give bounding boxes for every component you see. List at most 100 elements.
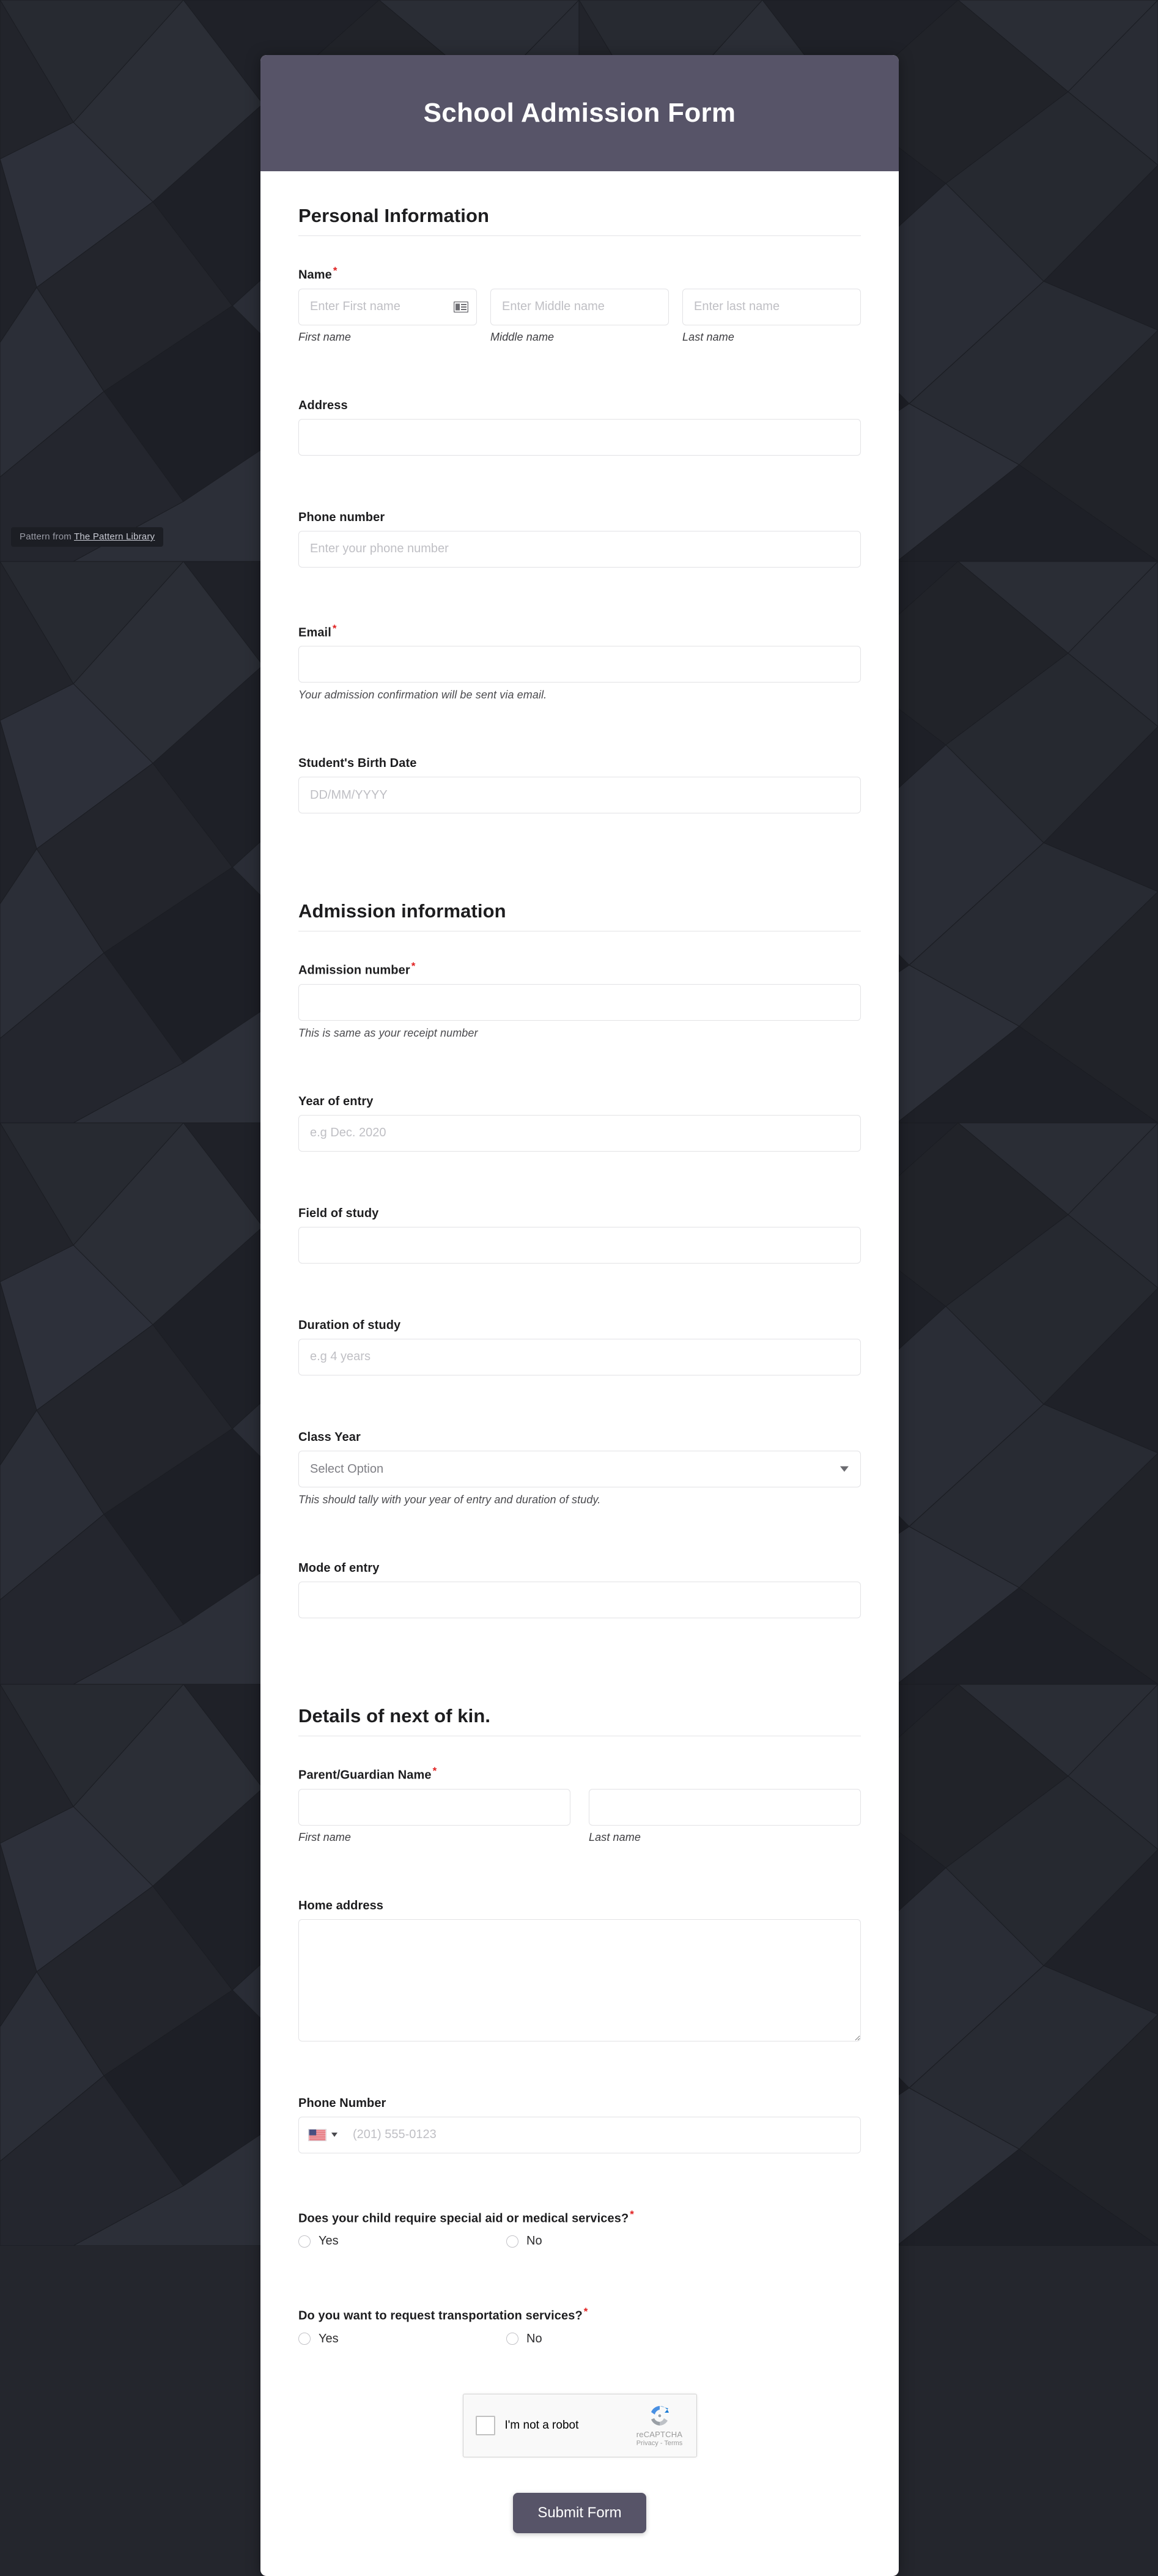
label-name-text: Name: [298, 268, 332, 282]
middle-name-input[interactable]: [490, 288, 669, 325]
label-special-aid: Does your child require special aid or m…: [298, 2208, 861, 2226]
submit-form-button[interactable]: Submit Form: [513, 2492, 646, 2533]
admission-number-input[interactable]: [298, 983, 861, 1021]
label-home-address: Home address: [298, 1898, 384, 1912]
class-year-select[interactable]: Select Option: [298, 1450, 861, 1487]
transportation-option-yes[interactable]: Yes: [298, 2332, 506, 2346]
required-marker: *: [332, 622, 337, 634]
special-aid-option-no[interactable]: No: [506, 2234, 714, 2248]
pattern-credit-badge: Pattern from The Pattern Library: [11, 527, 164, 547]
recaptcha-terms-link[interactable]: Terms: [664, 2440, 682, 2447]
last-name-group: Last name: [682, 288, 861, 344]
field-year-of-entry: Year of entry: [298, 1095, 861, 1152]
recaptcha-checkbox[interactable]: [475, 2415, 495, 2435]
guardian-last-name-input[interactable]: [589, 1788, 861, 1826]
field-duration-of-study: Duration of study: [298, 1319, 861, 1375]
first-name-input[interactable]: [298, 288, 477, 325]
field-of-study-input[interactable]: [298, 1226, 861, 1264]
recaptcha-brand: reCAPTCHA Privacy - Terms: [632, 2404, 688, 2447]
section-admission-information: Admission information Admission number * …: [298, 900, 861, 1618]
mode-of-entry-input[interactable]: [298, 1581, 861, 1618]
recaptcha-links: Privacy - Terms: [636, 2440, 683, 2447]
required-marker: *: [333, 265, 337, 276]
section-title-admission: Admission information: [298, 900, 506, 922]
form-header: School Admission Form: [260, 55, 899, 171]
special-aid-no-label: No: [526, 2234, 542, 2248]
guardian-first-group: First name: [298, 1788, 570, 1844]
recaptcha-widget[interactable]: I'm not a robot reCAPTCHA Privacy - Term…: [462, 2393, 697, 2457]
recaptcha-brand-name: reCAPTCHA: [636, 2430, 683, 2440]
home-address-textarea[interactable]: [298, 1919, 861, 2041]
email-input[interactable]: [298, 646, 861, 683]
label-year-of-entry: Year of entry: [298, 1094, 374, 1108]
transportation-no-label: No: [526, 2331, 542, 2345]
year-of-entry-input[interactable]: [298, 1114, 861, 1152]
special-aid-option-yes[interactable]: Yes: [298, 2234, 506, 2248]
first-name-group: First name: [298, 288, 477, 344]
label-transportation-text: Do you want to request transportation se…: [298, 2309, 583, 2323]
name-inputs-row: First name Middle name Last name: [298, 288, 861, 344]
label-admission-number-text: Admission number: [298, 963, 410, 977]
label-field-of-study: Field of study: [298, 1206, 379, 1220]
admission-form-card: School Admission Form Personal Informati…: [260, 55, 899, 2576]
section-title-personal: Personal Information: [298, 205, 490, 226]
required-marker: *: [411, 960, 416, 972]
recaptcha-link-separator: -: [660, 2440, 663, 2448]
address-input[interactable]: [298, 418, 861, 456]
question-transportation: Do you want to request transportation se…: [298, 2306, 861, 2346]
kin-phone-input[interactable]: [298, 2116, 861, 2153]
kin-phone-wrap: [298, 2116, 861, 2153]
label-transportation: Do you want to request transportation se…: [298, 2306, 861, 2323]
recaptcha-privacy-link[interactable]: Privacy: [636, 2440, 658, 2447]
radio-icon[interactable]: [506, 2333, 518, 2345]
required-marker: *: [583, 2306, 588, 2318]
guardian-first-name-input[interactable]: [298, 1788, 570, 1826]
section-next-of-kin: Details of next of kin. Parent/Guardian …: [298, 1705, 861, 2346]
label-email-text: Email: [298, 626, 331, 640]
first-name-wrap: [298, 288, 477, 325]
radio-icon[interactable]: [298, 2333, 311, 2345]
label-special-aid-text: Does your child require special aid or m…: [298, 2211, 629, 2226]
recaptcha-logo-icon: [651, 2406, 669, 2426]
guardian-last-sublabel: Last name: [589, 1830, 641, 1843]
class-year-select-wrap: Select Option: [298, 1450, 861, 1487]
label-kin-phone: Phone Number: [298, 2096, 386, 2110]
last-name-input[interactable]: [682, 288, 861, 325]
required-marker: *: [432, 1764, 437, 1777]
last-name-sublabel: Last name: [682, 330, 734, 343]
special-aid-options: Yes No: [298, 2234, 861, 2248]
email-hint: Your admission confirmation will be sent…: [298, 689, 547, 701]
middle-name-group: Middle name: [490, 288, 669, 344]
transportation-option-no[interactable]: No: [506, 2332, 714, 2346]
duration-of-study-input[interactable]: [298, 1338, 861, 1375]
field-email: Email * Your admission confirmation will …: [298, 623, 861, 702]
field-kin-phone: Phone Number: [298, 2097, 861, 2153]
question-special-aid: Does your child require special aid or m…: [298, 2208, 861, 2249]
recaptcha-label: I'm not a robot: [504, 2418, 579, 2432]
label-mode-of-entry: Mode of entry: [298, 1561, 380, 1575]
birth-date-input[interactable]: [298, 777, 861, 814]
label-email: Email *: [298, 623, 861, 640]
phone-number-input[interactable]: [298, 530, 861, 568]
middle-name-sublabel: Middle name: [490, 330, 555, 343]
transportation-yes-label: Yes: [319, 2331, 339, 2345]
label-phone-number: Phone number: [298, 510, 385, 524]
label-guardian-name-text: Parent/Guardian Name: [298, 1768, 432, 1782]
label-guardian-name: Parent/Guardian Name *: [298, 1765, 861, 1783]
field-address: Address: [298, 399, 861, 456]
field-birth-date: Student's Birth Date: [298, 757, 861, 814]
field-home-address: Home address: [298, 1899, 861, 2041]
pattern-library-link[interactable]: The Pattern Library: [74, 531, 155, 542]
field-mode-of-entry: Mode of entry: [298, 1561, 861, 1618]
field-field-of-study: Field of study: [298, 1207, 861, 1264]
guardian-name-row: First name Last name: [298, 1788, 861, 1844]
section-divider: [298, 235, 861, 236]
